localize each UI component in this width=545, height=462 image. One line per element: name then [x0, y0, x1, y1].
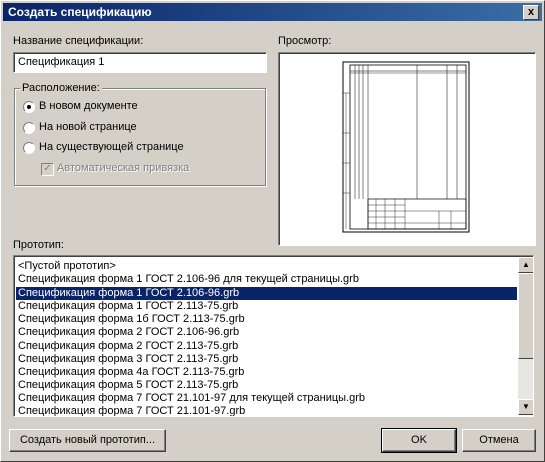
list-item[interactable]: Спецификация форма 2 ГОСТ 2.106-96.grb: [18, 326, 239, 339]
scroll-thumb[interactable]: [518, 273, 533, 359]
radio-existing-page-label: На существующей странице: [39, 141, 184, 153]
arrow-up-icon: ▲: [522, 260, 530, 269]
list-item-selected[interactable]: Спецификация форма 1 ГОСТ 2.106-96.grb: [18, 287, 239, 300]
list-item[interactable]: Спецификация форма 5 ГОСТ 2.113-75.grb: [18, 379, 238, 392]
radio-new-page-indicator[interactable]: [23, 122, 35, 134]
list-item[interactable]: <Пустой прототип>: [18, 260, 116, 273]
ok-button[interactable]: OK: [381, 428, 457, 453]
list-item[interactable]: Спецификация форма 4а ГОСТ 2.113-75.grb: [18, 366, 244, 379]
cancel-button[interactable]: Отмена: [462, 429, 536, 452]
close-icon: x: [527, 6, 535, 18]
scroll-up-button[interactable]: ▲: [518, 257, 533, 273]
radio-new-page-label: На новой странице: [39, 121, 137, 133]
radio-new-document-indicator[interactable]: [23, 101, 35, 113]
list-item[interactable]: Спецификация форма 1 ГОСТ 2.106-96 для т…: [18, 273, 359, 286]
preview-pane: [278, 52, 536, 246]
list-item[interactable]: Спецификация форма 7 ГОСТ 21.101-97.grb: [18, 405, 245, 416]
spec-name-label: Название спецификации:: [13, 35, 144, 47]
list-item[interactable]: Спецификация форма 1 ГОСТ 2.113-75.grb: [18, 300, 238, 313]
radio-new-document-label: В новом документе: [39, 100, 138, 112]
dialog-window: Создать спецификацию x Название специфик…: [0, 0, 545, 462]
spec-form-thumbnail: [342, 61, 470, 233]
close-button[interactable]: x: [523, 5, 539, 20]
list-item[interactable]: Спецификация форма 2 ГОСТ 2.113-75.grb: [18, 340, 238, 353]
preview-label: Просмотр:: [278, 35, 332, 47]
arrow-down-icon: ▼: [522, 402, 530, 411]
location-group-title: Расположение:: [20, 82, 102, 94]
list-item[interactable]: Спецификация форма 3 ГОСТ 2.113-75.grb: [18, 353, 238, 366]
list-item[interactable]: Спецификация форма 1б ГОСТ 2.113-75.grb: [18, 313, 245, 326]
radio-existing-page-indicator[interactable]: [23, 142, 35, 154]
prototype-label: Прототип:: [13, 239, 64, 251]
dialog-title: Создать спецификацию: [8, 5, 152, 19]
scroll-down-button[interactable]: ▼: [518, 399, 533, 415]
create-prototype-button[interactable]: Создать новый прототип...: [9, 429, 166, 452]
title-bar[interactable]: Создать спецификацию x: [3, 3, 542, 21]
checkmark-icon: ✓: [41, 163, 54, 176]
auto-bind-label: Автоматическая привязка: [57, 162, 190, 174]
spec-name-value: Спецификация 1: [18, 56, 105, 68]
prototype-list[interactable]: <Пустой прототип> Спецификация форма 1 Г…: [13, 255, 534, 417]
list-item[interactable]: Спецификация форма 7 ГОСТ 21.101-97 для …: [18, 392, 365, 405]
list-scrollbar[interactable]: ▲ ▼: [518, 257, 533, 415]
spec-name-input[interactable]: Спецификация 1: [13, 52, 267, 73]
